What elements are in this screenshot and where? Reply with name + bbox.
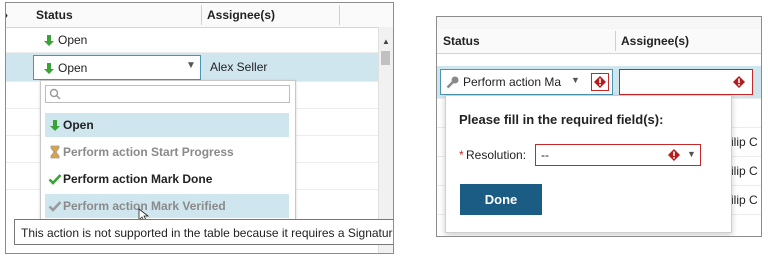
table-header: Status Assignee(s) [437, 29, 761, 54]
assignee-input-required[interactable] [619, 69, 753, 95]
required-marker: * [459, 148, 464, 162]
table-top-strip [437, 17, 761, 29]
column-divider[interactable] [201, 5, 202, 25]
required-fields-view: Status Assignee(s) Perform action Ma ▼ i… [436, 16, 762, 237]
chevron-down-icon[interactable]: ▼ [186, 60, 196, 71]
option-label: Perform action Start Progress [63, 145, 234, 159]
assignee-column-header[interactable]: Assignee(s) [207, 8, 275, 22]
scrollbar-thumb[interactable] [381, 51, 390, 65]
dropdown-option-mark-verified[interactable]: Perform action Mark Verified [45, 194, 289, 218]
checkmark-icon [48, 201, 62, 212]
error-indicator[interactable] [591, 73, 609, 91]
unsupported-action-tooltip: This action is not supported in the tabl… [14, 219, 394, 245]
resolution-label: Resolution: [466, 148, 527, 162]
option-label: Open [63, 118, 94, 132]
error-diamond-icon [668, 149, 680, 161]
resolution-select[interactable]: -- ▼ [535, 144, 701, 166]
option-label: Perform action Mark Done [63, 172, 213, 186]
status-cell: Open [58, 33, 88, 47]
resolution-value: -- [541, 148, 549, 162]
table-row-selected[interactable]: Open ▼ Alex Seller [6, 53, 393, 82]
assignee-cell: Alex Seller [210, 60, 268, 74]
scroll-up-icon[interactable]: ▲ [382, 37, 390, 46]
dropdown-search-input[interactable] [45, 85, 290, 103]
tooltip-text: This action is not supported in the tabl… [21, 226, 394, 240]
dropdown-option-mark-done[interactable]: Perform action Mark Done [45, 167, 289, 191]
assignee-cell: ilip C [731, 164, 758, 178]
status-select-value: Perform action Ma [463, 75, 562, 89]
open-status-icon [44, 35, 54, 46]
status-select-value: Open [58, 61, 88, 75]
search-icon [49, 88, 61, 100]
assignee-cell: ilip C [731, 135, 758, 149]
status-dropdown: Open Perform action Start Progress Perfo… [40, 80, 296, 222]
column-divider[interactable] [615, 31, 616, 51]
dropdown-option-open[interactable]: Open [45, 113, 289, 137]
status-column-header[interactable]: Status [443, 34, 480, 48]
status-select[interactable]: Open ▼ [33, 55, 201, 80]
status-select[interactable]: Perform action Ma ▼ [440, 69, 613, 95]
checkmark-icon [48, 174, 62, 185]
table-header: › Status Assignee(s) [6, 3, 393, 28]
error-diamond-icon [594, 76, 606, 88]
done-button[interactable]: Done [460, 184, 542, 215]
wrench-icon [446, 76, 459, 89]
table-row[interactable]: Open [6, 28, 393, 53]
hourglass-icon [50, 145, 60, 159]
chevron-down-icon[interactable]: ▼ [687, 149, 696, 159]
error-diamond-icon [733, 76, 745, 88]
column-divider[interactable] [339, 5, 340, 25]
assignee-column-header[interactable]: Assignee(s) [621, 34, 689, 48]
status-column-header[interactable]: Status [36, 8, 73, 22]
assignee-cell: ilip C [731, 193, 758, 207]
open-status-icon [50, 120, 60, 131]
dropdown-option-start-progress[interactable]: Perform action Start Progress [45, 140, 289, 164]
status-table-dropdown-view: › Status Assignee(s) Open Open ▼ Alex Se… [5, 2, 394, 254]
column-separator-glyph: › [6, 8, 8, 22]
chevron-down-icon[interactable]: ▼ [571, 75, 580, 85]
popup-heading: Please fill in the required field(s): [459, 112, 664, 127]
required-fields-popup: Please fill in the required field(s): * … [445, 95, 732, 233]
open-status-icon [44, 63, 54, 74]
